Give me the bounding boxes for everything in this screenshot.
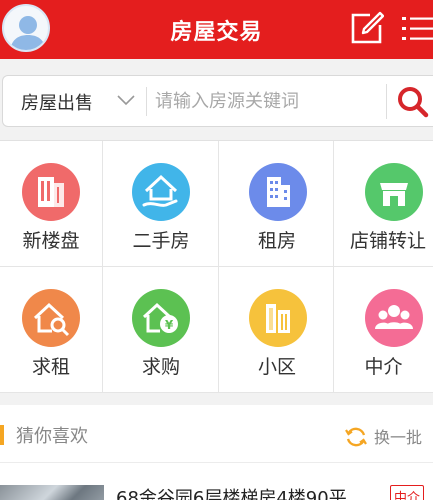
grid-item-label: 租房 <box>257 230 296 252</box>
building-icon <box>22 163 80 221</box>
listing-title: 68金谷园6层楼梯房4楼90平 <box>116 488 347 500</box>
listing-type-dropdown[interactable]: 房屋出售 <box>3 76 146 126</box>
grid-item-label: 求购 <box>141 356 180 378</box>
grid-item-label: 小区 <box>257 356 296 378</box>
grid-item-label: 新楼盘 <box>22 230 80 252</box>
grid-item-want-rent[interactable]: 求租 <box>0 267 103 393</box>
svg-text:¥: ¥ <box>165 318 174 332</box>
grid-item-rent[interactable]: 租房 <box>219 141 334 267</box>
grid-item-label: 中介 <box>364 356 403 378</box>
menu-icon[interactable] <box>400 13 433 43</box>
grid-item-resale[interactable]: 二手房 <box>103 141 219 267</box>
status-badge: 中介 <box>390 485 425 500</box>
search-input[interactable] <box>155 84 375 118</box>
grid-item-want-buy[interactable]: ¥ 求购 <box>103 267 219 393</box>
grid-item-new-homes[interactable]: 新楼盘 <box>0 141 103 267</box>
grid-item-community[interactable]: 小区 <box>219 267 334 393</box>
app: 房屋交易 房屋出售 请输入房源关键词 新楼盘 二手房 租房 店铺转让 求租 ¥ … <box>0 0 433 500</box>
edit-icon[interactable] <box>350 11 384 45</box>
recommend-header: 猜你喜欢 换一批 <box>0 405 433 463</box>
refresh-button[interactable]: 换一批 <box>374 424 422 448</box>
listing-thumbnail <box>0 485 104 500</box>
section-title: 猜你喜欢 <box>16 426 88 447</box>
header-bar: 房屋交易 <box>0 0 433 59</box>
chevron-down-icon <box>117 95 135 106</box>
community-icon <box>249 289 307 347</box>
house-yen-icon: ¥ <box>132 289 190 347</box>
listing-type-label: 房屋出售 <box>21 93 93 114</box>
list-item[interactable]: 68金谷园6层楼梯房4楼90平 中介 <box>0 463 433 500</box>
search-box: 房屋出售 <box>2 75 433 127</box>
apartment-icon <box>249 163 307 221</box>
grid-item-shop-transfer[interactable]: 店铺转让 <box>334 141 433 267</box>
grid-item-label: 店铺转让 <box>350 230 427 252</box>
category-grid: 新楼盘 二手房 租房 店铺转让 求租 ¥ 求购 小区 中介 <box>0 140 433 393</box>
refresh-icon[interactable] <box>344 425 368 449</box>
house-hand-icon <box>132 163 190 221</box>
grid-item-agents[interactable]: 中介 <box>334 267 433 393</box>
search-area: 房屋出售 <box>0 59 433 139</box>
grid-item-label: 求租 <box>31 356 70 378</box>
grid-item-label: 二手房 <box>132 230 190 252</box>
divider <box>386 84 387 119</box>
section-marker <box>0 425 4 445</box>
house-key-icon <box>22 289 80 347</box>
divider <box>146 87 147 116</box>
shop-icon <box>365 163 423 221</box>
agents-icon <box>365 289 423 347</box>
search-icon[interactable] <box>393 82 433 122</box>
